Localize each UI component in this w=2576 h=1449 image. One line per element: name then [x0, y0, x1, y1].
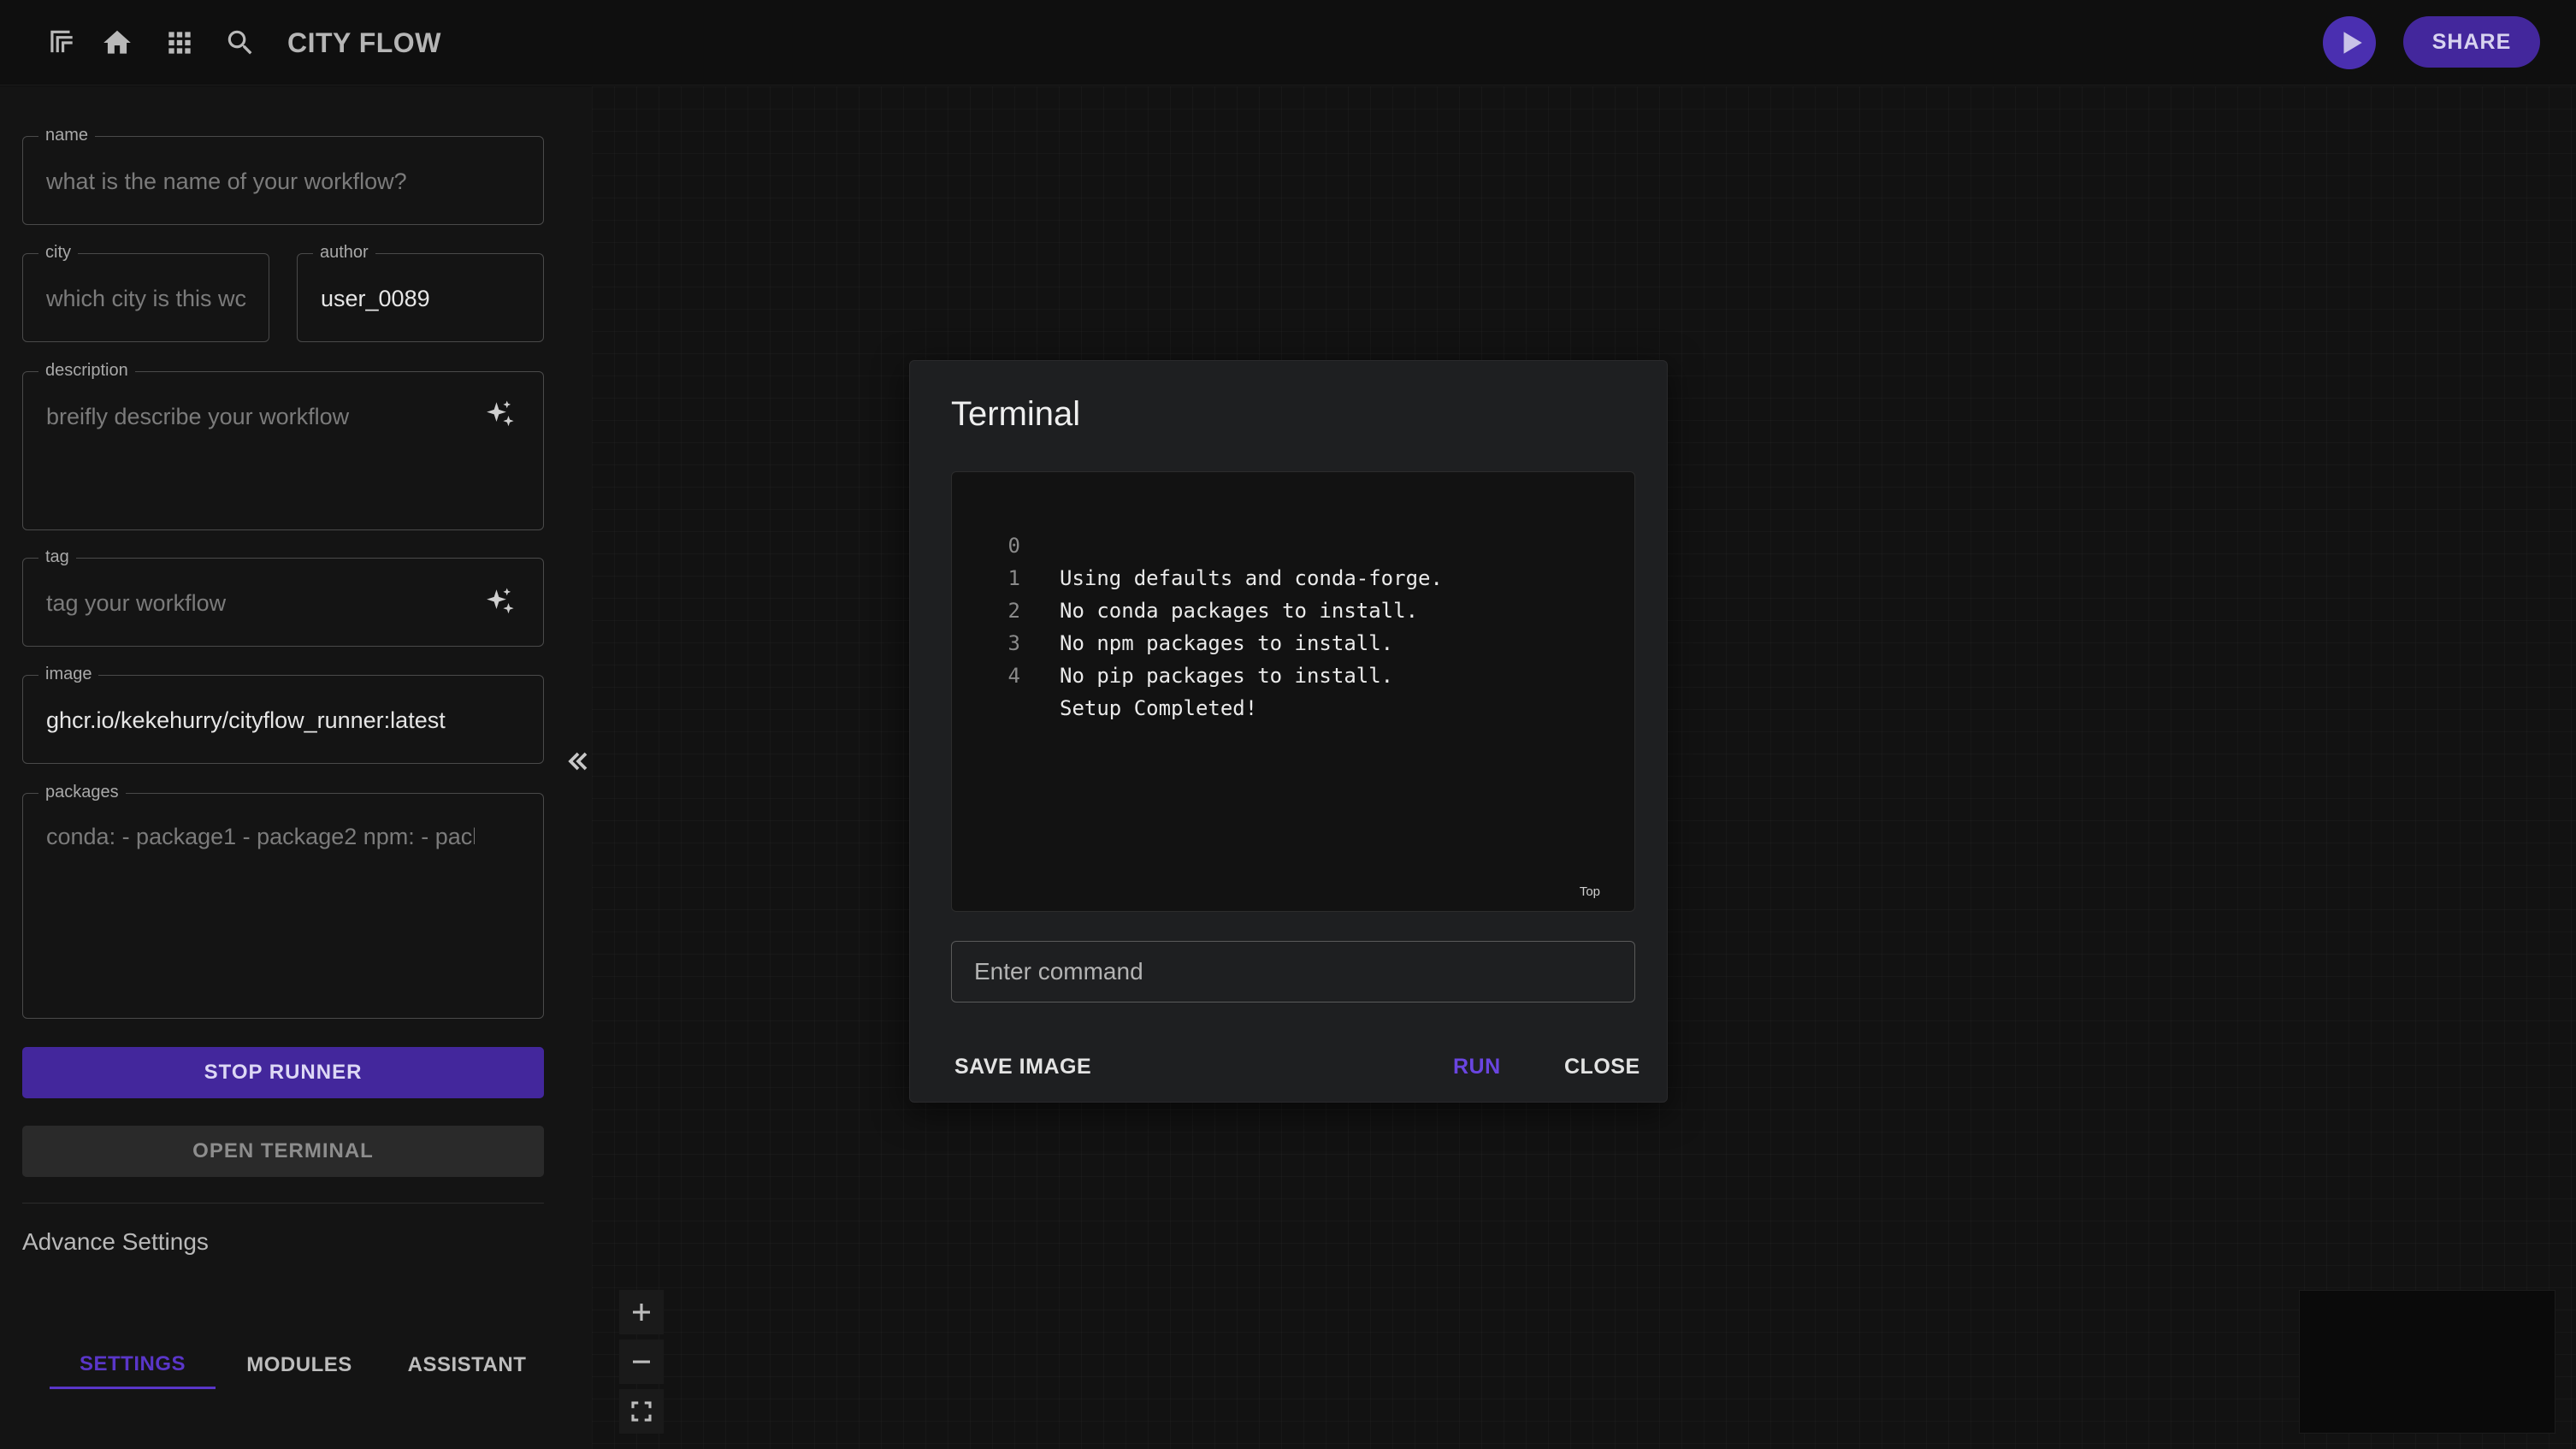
- description-field[interactable]: description breifly describe your workfl…: [22, 360, 544, 530]
- terminal-line: 1 No conda packages to install.: [952, 529, 1418, 623]
- scroll-position-tag: Top: [1579, 884, 1600, 899]
- tab-modules[interactable]: MODULES: [216, 1341, 383, 1389]
- fullscreen-icon: [631, 1401, 652, 1422]
- line-text: Using defaults and conda-forge.: [1060, 566, 1443, 590]
- fit-view-button[interactable]: [619, 1389, 664, 1434]
- terminal-line: 4 Setup Completed!: [952, 627, 1258, 720]
- top-bar: CITY FLOW SHARE: [0, 0, 2576, 86]
- tab-settings[interactable]: SETTINGS: [50, 1341, 216, 1389]
- run-workflow-button[interactable]: [2323, 16, 2376, 69]
- name-input[interactable]: what is the name of your workflow?: [46, 137, 475, 226]
- apps-grid-icon[interactable]: [161, 24, 198, 62]
- advance-settings-link[interactable]: Advance Settings: [22, 1228, 209, 1256]
- minus-icon: [633, 1360, 650, 1363]
- line-text: No npm packages to install.: [1060, 631, 1394, 655]
- save-image-button[interactable]: SAVE IMAGE: [951, 1045, 1095, 1088]
- terminal-line: 0 Using defaults and conda-forge.: [952, 497, 1443, 590]
- author-input[interactable]: user_0089: [321, 254, 526, 343]
- packages-input[interactable]: conda: - package1 - package2 npm: - pack…: [46, 819, 475, 854]
- home-icon[interactable]: [98, 24, 136, 62]
- terminal-line: 2 No npm packages to install.: [952, 562, 1394, 655]
- plus-icon: [633, 1304, 650, 1321]
- terminal-dialog: Terminal 0 Using defaults and conda-forg…: [909, 360, 1668, 1103]
- run-command-button[interactable]: RUN: [1450, 1045, 1504, 1088]
- ai-sparkle-icon[interactable]: [482, 585, 517, 621]
- terminal-output[interactable]: 0 Using defaults and conda-forge. 1 No c…: [951, 471, 1635, 912]
- tag-field[interactable]: tag tag your workflow: [22, 547, 544, 648]
- app-title: CITY FLOW: [287, 27, 441, 58]
- name-field[interactable]: name what is the name of your workflow?: [22, 125, 544, 226]
- collapse-sidebar-icon[interactable]: [561, 744, 595, 778]
- minimap[interactable]: [2299, 1290, 2555, 1434]
- command-input[interactable]: [951, 941, 1635, 1002]
- ai-sparkle-icon[interactable]: [482, 398, 517, 434]
- play-icon: [2343, 32, 2362, 54]
- terminal-line: 3 No pip packages to install.: [952, 594, 1394, 688]
- city-field[interactable]: city which city is this wc: [22, 242, 269, 343]
- zoom-out-button[interactable]: [619, 1340, 664, 1384]
- search-icon[interactable]: [222, 24, 259, 62]
- line-text: No conda packages to install.: [1060, 599, 1419, 623]
- line-text: No pip packages to install.: [1060, 664, 1394, 688]
- settings-sidebar: name what is the name of your workflow? …: [0, 86, 592, 1449]
- image-input[interactable]: ghcr.io/kekehurry/cityflow_runner:latest: [46, 676, 526, 765]
- stop-runner-button[interactable]: STOP RUNNER: [22, 1047, 544, 1098]
- tag-input[interactable]: tag your workflow: [46, 559, 475, 648]
- description-input[interactable]: breifly describe your workflow: [46, 399, 475, 434]
- tab-assistant[interactable]: ASSISTANT: [383, 1341, 551, 1389]
- city-input[interactable]: which city is this wc: [46, 254, 246, 343]
- divider: [22, 1203, 544, 1204]
- line-number: 4: [1007, 664, 1020, 688]
- packages-label: packages: [38, 782, 126, 802]
- sidebar-tabs: SETTINGS MODULES ASSISTANT: [50, 1341, 551, 1389]
- close-dialog-button[interactable]: CLOSE: [1561, 1045, 1644, 1088]
- packages-field[interactable]: packages conda: - package1 - package2 np…: [22, 782, 544, 1019]
- description-label: description: [38, 360, 135, 381]
- workflow-list-icon[interactable]: [43, 24, 80, 62]
- share-button[interactable]: SHARE: [2403, 16, 2540, 68]
- line-text: Setup Completed!: [1060, 696, 1258, 720]
- image-field[interactable]: image ghcr.io/kekehurry/cityflow_runner:…: [22, 664, 544, 765]
- dialog-title: Terminal: [951, 395, 1081, 433]
- author-field[interactable]: author user_0089: [297, 242, 544, 343]
- zoom-in-button[interactable]: [619, 1290, 664, 1334]
- open-terminal-button[interactable]: OPEN TERMINAL: [22, 1126, 544, 1177]
